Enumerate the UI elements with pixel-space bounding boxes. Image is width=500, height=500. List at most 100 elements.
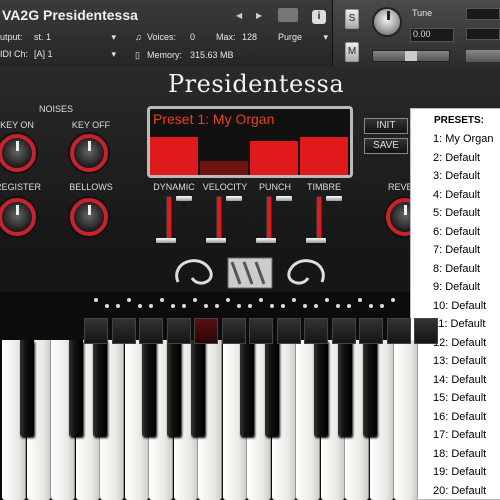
prev-instrument-icon[interactable]: ◀ xyxy=(236,11,242,20)
instrument-title: VA2G Presidentessa xyxy=(2,7,138,23)
black-key[interactable] xyxy=(338,340,352,436)
black-key[interactable] xyxy=(240,340,254,436)
range-dot xyxy=(281,304,285,308)
midi-channel-value: [A] 1 xyxy=(34,49,53,59)
key-off-label: KEY OFF xyxy=(71,120,111,130)
noises-section-label: NOISES xyxy=(38,104,73,114)
keyswitch-key[interactable] xyxy=(249,318,273,344)
camera-icon[interactable] xyxy=(278,8,298,22)
aux-display-2 xyxy=(466,28,500,40)
keyswitch-key[interactable] xyxy=(166,318,191,344)
velocity-fader[interactable] xyxy=(206,194,242,246)
range-dot xyxy=(314,304,318,308)
preset-item[interactable]: 10: Default xyxy=(433,300,486,312)
black-key[interactable] xyxy=(142,340,156,436)
dynamic-fader[interactable] xyxy=(156,194,192,246)
keyswitch-key[interactable] xyxy=(359,318,383,344)
preset-item[interactable]: 14: Default xyxy=(433,374,486,386)
kontakt-instrument-window: VA2G Presidentessa ◀ ▶ i utput: st. 1 ▾ I… xyxy=(0,0,500,500)
black-key[interactable] xyxy=(313,340,328,436)
range-dot xyxy=(270,304,274,308)
preset-name: Preset 1: My Organ xyxy=(153,111,275,127)
black-key[interactable] xyxy=(362,340,377,436)
preset-item[interactable]: 12: Default xyxy=(433,337,486,349)
preset-item[interactable]: 15: Default xyxy=(433,392,486,404)
preset-item[interactable]: 9: Default xyxy=(433,281,480,293)
preset-item[interactable]: 7: Default xyxy=(433,244,480,256)
bellows-label: BELLOWS xyxy=(69,182,113,192)
key-off-knob[interactable] xyxy=(70,134,108,172)
keyswitch-key[interactable] xyxy=(331,318,356,344)
max-voices-value[interactable]: 128 xyxy=(242,32,257,42)
preset-item[interactable]: 3: Default xyxy=(433,170,480,182)
range-dot xyxy=(116,304,120,308)
preset-bars xyxy=(150,133,350,175)
aux-display-1 xyxy=(466,8,500,20)
max-voices-label: Max: xyxy=(216,32,236,42)
velocity-label: VELOCITY xyxy=(202,182,248,192)
info-button[interactable]: i xyxy=(312,10,326,24)
black-key[interactable] xyxy=(19,340,34,436)
preset-item[interactable]: 13: Default xyxy=(433,355,486,367)
range-dot xyxy=(391,298,395,302)
bellows-knob[interactable] xyxy=(70,198,108,236)
midi-channel-label: IDI Ch: xyxy=(0,49,29,59)
white-key[interactable] xyxy=(394,340,418,500)
keyswitch-key[interactable] xyxy=(304,318,328,344)
preset-item[interactable]: 5: Default xyxy=(433,207,480,219)
preset-item[interactable]: 8: Default xyxy=(433,263,480,275)
keyswitch-key[interactable] xyxy=(111,318,136,344)
keyswitch-key[interactable] xyxy=(84,318,108,344)
preset-item[interactable]: 4: Default xyxy=(433,189,480,201)
timbre-label: TIMBRE xyxy=(306,182,341,192)
chevron-down-icon: ▾ xyxy=(323,32,328,42)
range-dot xyxy=(171,304,175,308)
volume-slider[interactable] xyxy=(466,50,500,62)
preset-item[interactable]: 11: Default xyxy=(433,318,485,330)
preset-item[interactable]: 20: Default xyxy=(433,485,486,497)
preset-item[interactable]: 19: Default xyxy=(433,466,486,478)
memory-value: 315.63 MB xyxy=(190,50,234,60)
timbre-fader[interactable] xyxy=(306,194,342,246)
preset-item[interactable]: 16: Default xyxy=(433,411,486,423)
tune-knob[interactable] xyxy=(372,7,402,37)
preset-bar xyxy=(300,137,348,175)
preset-item[interactable]: 17: Default xyxy=(433,429,486,441)
presets-list: PRESETS: 1: My Organ 2: Default 3: Default… xyxy=(410,108,500,500)
voices-icon: ♫ xyxy=(135,32,142,42)
tune-value[interactable]: 0.00 xyxy=(410,28,454,42)
black-key[interactable] xyxy=(166,340,181,436)
black-key[interactable] xyxy=(264,340,279,436)
range-dot xyxy=(380,304,384,308)
purge-menu[interactable]: Purge ▾ xyxy=(278,32,328,42)
keyswitch-key[interactable] xyxy=(194,318,218,344)
solo-button[interactable]: S xyxy=(345,9,359,29)
preset-item[interactable]: 2: Default xyxy=(433,152,480,164)
midi-channel-select[interactable]: [A] 1 ▾ xyxy=(34,49,120,61)
preset-item[interactable]: 6: Default xyxy=(433,226,480,238)
keyswitch-key[interactable] xyxy=(276,318,301,344)
keyswitch-key[interactable] xyxy=(386,318,411,344)
range-dot xyxy=(149,304,153,308)
tune-label: Tune xyxy=(412,8,433,18)
black-key[interactable] xyxy=(93,340,107,436)
pan-slider-handle[interactable] xyxy=(405,51,417,61)
init-button[interactable]: INIT xyxy=(364,118,408,134)
preset-item[interactable]: 1: My Organ xyxy=(433,133,494,145)
preset-bar xyxy=(150,137,198,175)
black-key[interactable] xyxy=(68,340,83,436)
range-dot xyxy=(160,298,164,302)
pan-slider[interactable] xyxy=(372,50,450,62)
mute-button[interactable]: M xyxy=(345,42,359,62)
keyswitch-key[interactable] xyxy=(221,318,246,344)
keyswitch-key[interactable] xyxy=(139,318,163,344)
black-key[interactable] xyxy=(191,340,205,436)
key-on-label: KEY ON xyxy=(0,120,34,130)
save-button[interactable]: SAVE xyxy=(364,138,408,154)
keyswitch-key[interactable] xyxy=(414,318,438,344)
output-select[interactable]: st. 1 ▾ xyxy=(34,32,120,44)
punch-fader[interactable] xyxy=(256,194,292,246)
next-instrument-icon[interactable]: ▶ xyxy=(256,11,262,20)
dynamic-label: DYNAMIC xyxy=(153,182,195,192)
preset-item[interactable]: 18: Default xyxy=(433,448,486,460)
